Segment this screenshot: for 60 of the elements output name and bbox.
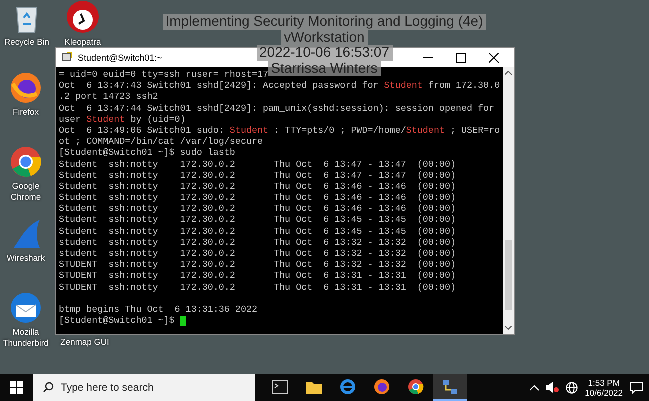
internet-explorer-icon xyxy=(340,378,356,394)
terminal-line: Student ssh:notty 172.30.0.2 Thu Oct 6 13:47 - 13:47 (00:00) xyxy=(59,158,456,170)
terminal-line: [Student@Switch01 ~]$ xyxy=(59,315,176,326)
window-title: Student@Switch01:~ xyxy=(78,52,162,62)
terminal-line: Student ssh:notty 172.30.0.2 Thu Oct 6 13:45 - 13:45 (00:00) xyxy=(59,226,456,237)
terminal-line: STUDENT ssh:notty 172.30.0.2 Thu Oct 6 13:31 - 13:31 (00:00) xyxy=(59,270,456,282)
scrollbar[interactable] xyxy=(503,67,514,334)
firefox-icon xyxy=(374,378,390,394)
terminal-line: Oct 6 13:47:43 Switch01 sshd[2429]: Accepted password for Student from 172.30.0 xyxy=(59,80,500,92)
desktop-icon-label[interactable]: Google Chrome xyxy=(0,181,53,203)
terminal-line: Oct 6 13:49:06 Switch01 sudo: Student : TTY=pts/0 ; PWD=/home/Student ; USER=ro xyxy=(59,124,500,136)
taskbar-app-button[interactable] xyxy=(433,374,467,401)
watermark-caption: Implementing Security Monitoring and Logging (4e) xyxy=(162,14,486,30)
watermark-caption: vWorkstation xyxy=(281,30,368,45)
scrollbar-thumb[interactable] xyxy=(505,240,512,310)
globe-icon[interactable] xyxy=(566,382,578,394)
terminal-line: STUDENT ssh:notty 172.30.0.2 Thu Oct 6 13:32 - 13:32 (00:00) xyxy=(59,259,456,270)
minimize-icon xyxy=(423,56,433,58)
desktop-icon-label[interactable]: Wireshark xyxy=(6,253,46,264)
thunderbird-icon xyxy=(10,292,42,324)
close-icon xyxy=(489,52,499,62)
terminal-app-icon xyxy=(62,52,73,63)
watermark-caption: 2022-10-06 16:53:07 xyxy=(256,45,392,60)
terminal-line: Oct 6 13:47:44 Switch01 sshd[2429]: pam_unix(sshd:session): session opened for xyxy=(59,102,495,114)
desktop-icon-label[interactable]: Kleopatra xyxy=(64,37,102,48)
network-computers-icon xyxy=(442,378,458,394)
desktop-icon-label[interactable]: Recycle Bin xyxy=(4,37,50,48)
terminal-line: user Student by (uid=0) xyxy=(59,114,186,125)
folder-icon xyxy=(306,380,322,394)
desktop-icon-label[interactable]: Firefox xyxy=(13,107,39,118)
terminal-line: student ssh:notty 172.30.0.2 Thu Oct 6 13:32 - 13:32 (00:00) xyxy=(59,248,456,260)
terminal-line: ot ; COMMAND=/bin/cat /var/log/secure xyxy=(59,136,263,148)
terminal-line: = uid=0 euid=0 tty=ssh ruser= rhost=17 xyxy=(59,69,269,80)
desktop-icon-label[interactable]: Mozilla Thunderbird xyxy=(0,327,53,349)
terminal-line: Student ssh:notty 172.30.0.2 Thu Oct 6 13:46 - 13:46 (00:00) xyxy=(59,203,456,214)
chrome-icon xyxy=(408,378,424,394)
firefox-icon xyxy=(10,72,42,104)
arrow-up-icon[interactable] xyxy=(505,71,512,75)
terminal-line: [Student@Switch01 ~]$ sudo lastb xyxy=(59,147,236,158)
terminal-line: STUDENT ssh:notty 172.30.0.2 Thu Oct 6 13:31 - 13:31 (00:00) xyxy=(59,282,456,293)
desktop-icon-label[interactable]: Zenmap GUI xyxy=(60,337,110,348)
speaker-muted-icon[interactable] xyxy=(546,382,560,393)
terminal-line: btmp begins Thu Oct 6 13:31:36 2022 xyxy=(59,304,258,316)
notification-icon[interactable] xyxy=(630,382,643,394)
terminal-line: Student ssh:notty 172.30.0.2 Thu Oct 6 13:45 - 13:45 (00:00) xyxy=(59,214,456,226)
text-cursor xyxy=(180,316,186,326)
search-icon xyxy=(43,382,54,393)
clock[interactable]: 1:53 PM 10/6/2022 xyxy=(585,378,623,398)
search-field[interactable]: Type here to search xyxy=(33,374,255,401)
maximize-icon xyxy=(456,52,466,62)
chrome-icon xyxy=(10,146,42,178)
terminal-line: Student ssh:notty 172.30.0.2 Thu Oct 6 13:46 - 13:46 (00:00) xyxy=(59,180,456,192)
terminal-line: Student ssh:notty 172.30.0.2 Thu Oct 6 13:46 - 13:46 (00:00) xyxy=(59,192,456,204)
terminal-line: Student ssh:notty 172.30.0.2 Thu Oct 6 13:47 - 13:47 (00:00) xyxy=(59,170,456,181)
terminal-icon xyxy=(272,380,288,394)
arrow-down-icon[interactable] xyxy=(505,326,512,330)
chevron-up-icon[interactable] xyxy=(530,384,540,390)
terminal-line: .2 port 14723 ssh2 xyxy=(59,91,158,103)
windows-logo-icon xyxy=(10,381,23,394)
terminal-line: student ssh:notty 172.30.0.2 Thu Oct 6 13:32 - 13:32 (00:00) xyxy=(59,236,456,248)
